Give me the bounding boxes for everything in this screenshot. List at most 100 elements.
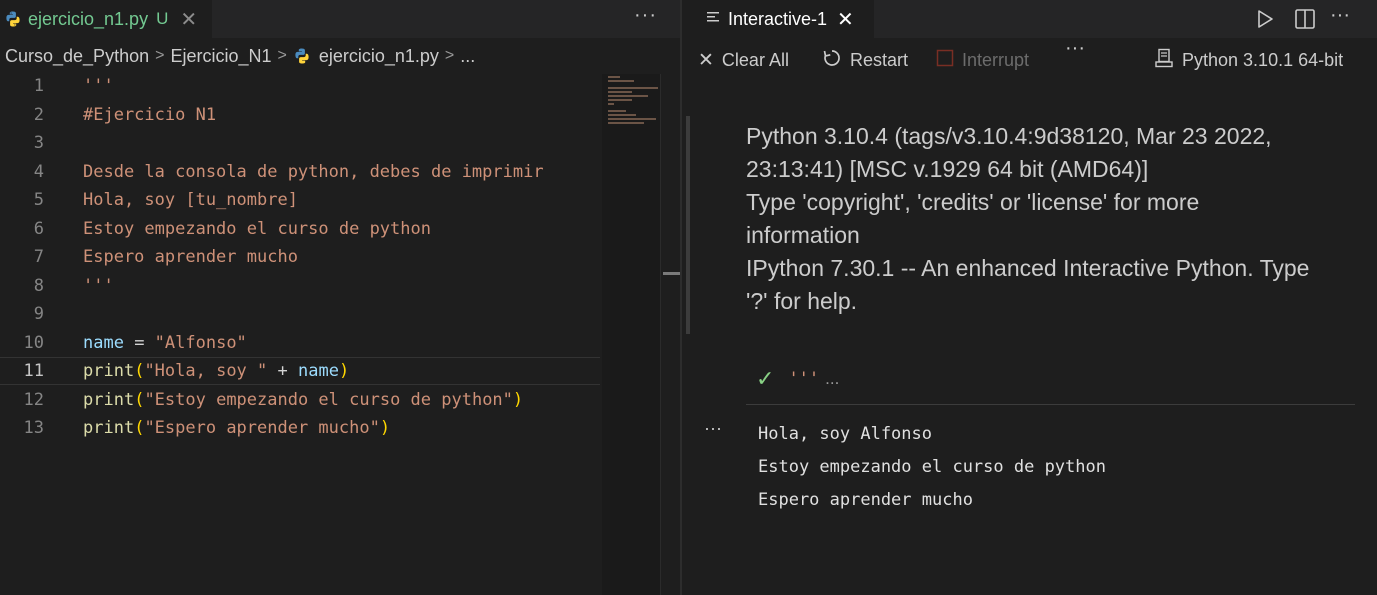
minimap-line — [608, 103, 614, 105]
token-paren: ( — [134, 389, 145, 410]
interactive-pane: Interactive-1 ✕ ··· ✕ Clear All Restart … — [682, 0, 1377, 595]
kernel-banner: Python 3.10.4 (tags/v3.10.4:9d38120, Mar… — [746, 120, 1366, 318]
line-number: 8 — [33, 275, 44, 296]
code-line[interactable]: 10 name = "Alfonso" — [0, 329, 600, 357]
code-line[interactable]: 7 Espero aprender mucho — [0, 243, 600, 271]
close-tab-icon[interactable]: ✕ — [837, 7, 854, 32]
minimap[interactable] — [602, 74, 660, 595]
minimap-line — [608, 91, 632, 93]
banner-line: information — [746, 222, 860, 248]
git-untracked-badge: U — [156, 9, 169, 28]
interrupt-label: Interrupt — [962, 49, 1030, 70]
code-line[interactable]: 4 Desde la consola de python, debes de i… — [0, 158, 600, 186]
token-function: print — [83, 361, 135, 381]
token-variable: name — [297, 361, 339, 381]
code-line[interactable]: 8 ''' — [0, 272, 600, 300]
check-icon: ✓ — [756, 366, 775, 391]
token-operator: = — [123, 332, 155, 353]
token-string: "Estoy empezando el curso de python" — [144, 389, 513, 410]
restart-label: Restart — [850, 49, 909, 70]
breadcrumb-folder-ejercicio[interactable]: Ejercicio_N1 — [170, 46, 271, 67]
tab-title: Interactive-1 — [728, 8, 828, 29]
line-text: ''' — [83, 76, 114, 96]
code-line[interactable]: 12 print("Estoy empezando el curso de py… — [0, 386, 600, 414]
banner-line: Python 3.10.4 (tags/v3.10.4:9d38120, Mar… — [746, 123, 1272, 149]
breadcrumb: Curso_de_Python > Ejercicio_N1 > ejercic… — [0, 38, 660, 74]
code-line[interactable]: 1 ''' — [0, 72, 600, 100]
code-line[interactable]: 9 — [0, 300, 600, 328]
code-area[interactable]: 1 ''' 2 #Ejercicio N1 3 4 Desde la conso… — [0, 72, 600, 595]
minimap-line — [608, 80, 634, 82]
cell-collapsed-ellipsis[interactable]: ... — [825, 369, 839, 389]
restart-button[interactable]: Restart — [822, 48, 908, 73]
python-file-icon — [293, 47, 311, 65]
output-line: Estoy empezando el curso de python — [758, 457, 1106, 477]
banner-line: 23:13:41) [MSC v.1929 64 bit (AMD64)] — [746, 156, 1149, 182]
clear-all-label: Clear All — [721, 49, 789, 70]
code-line[interactable]: 5 Hola, soy [tu_nombre] — [0, 186, 600, 214]
kernel-server-icon — [1154, 48, 1174, 73]
minimap-line — [608, 114, 636, 116]
breadcrumb-symbol[interactable]: ... — [460, 46, 475, 67]
code-line[interactable]: 3 — [0, 129, 600, 157]
line-number: 5 — [33, 190, 44, 210]
cell-divider — [746, 404, 1355, 405]
line-text: name = "Alfonso" — [83, 333, 247, 353]
minimap-line — [608, 87, 658, 89]
line-number: 2 — [33, 104, 44, 125]
token-string: "Espero aprender mucho" — [144, 418, 380, 438]
python-file-icon — [4, 10, 22, 28]
kernel-picker[interactable]: Python 3.10.1 64-bit — [1154, 48, 1343, 73]
split-editor-icon[interactable] — [1294, 8, 1316, 35]
editor-scrollbar[interactable] — [660, 74, 681, 595]
toolbar-more-icon[interactable]: ··· — [1065, 37, 1085, 60]
editor-tab-bar: ejercicio_n1.py U ✕ ··· — [0, 0, 680, 38]
token-operator: + — [267, 361, 298, 381]
line-number: 11 — [23, 361, 44, 381]
banner-line: '?' for help. — [746, 288, 858, 314]
restart-icon — [822, 48, 842, 73]
line-text: print("Hola, soy " + name) — [83, 361, 349, 381]
minimap-line — [608, 76, 620, 78]
minimap-line — [608, 99, 632, 101]
tab-ejercicio-n1[interactable]: ejercicio_n1.py U ✕ — [0, 0, 212, 38]
minimap-line — [608, 110, 626, 112]
line-text: print("Estoy empezando el curso de pytho… — [83, 390, 523, 410]
more-actions-icon[interactable]: ··· — [634, 4, 657, 27]
token-paren: ( — [134, 418, 145, 438]
executed-cell-header[interactable]: ✓ ''' ... — [756, 366, 839, 392]
output-line: Espero aprender mucho — [758, 490, 973, 510]
interrupt-button[interactable]: Interrupt — [936, 49, 1029, 72]
code-line[interactable]: 2 #Ejercicio N1 — [0, 101, 600, 129]
kernel-label: Python 3.10.1 64-bit — [1182, 49, 1344, 70]
token-paren: ) — [338, 361, 350, 381]
code-line-current[interactable]: 11 print("Hola, soy " + name) — [0, 357, 600, 385]
line-text: Desde la consola de python, debes de imp… — [83, 161, 544, 182]
more-actions-icon[interactable]: ··· — [1330, 4, 1350, 27]
code-line[interactable]: 13 print("Espero aprender mucho") — [0, 414, 600, 442]
cell-output: Hola, soy Alfonso Estoy empezando el cur… — [758, 418, 1106, 517]
interactive-window-icon — [706, 10, 720, 29]
tab-filename: ejercicio_n1.py — [28, 8, 149, 29]
breadcrumb-folder-curso[interactable]: Curso_de_Python — [5, 46, 149, 67]
token-paren: ( — [134, 361, 145, 381]
line-number: 4 — [33, 161, 44, 182]
line-number: 3 — [33, 133, 44, 153]
tab-interactive-1[interactable]: Interactive-1 ✕ — [682, 0, 874, 38]
line-number: 9 — [33, 304, 44, 324]
minimap-line — [608, 95, 648, 97]
minimap-line — [608, 118, 656, 120]
clear-all-button[interactable]: ✕ Clear All — [698, 49, 789, 72]
breadcrumb-file[interactable]: ejercicio_n1.py — [319, 46, 439, 67]
close-tab-icon[interactable]: ✕ — [180, 7, 197, 32]
editor-pane: ejercicio_n1.py U ✕ ··· Curso_de_Python … — [0, 0, 681, 595]
output-more-icon[interactable]: ··· — [704, 418, 722, 439]
code-line[interactable]: 6 Estoy empezando el curso de python — [0, 215, 600, 243]
minimap-line — [608, 122, 644, 124]
line-text: Hola, soy [tu_nombre] — [83, 190, 298, 210]
banner-line: IPython 7.30.1 -- An enhanced Interactiv… — [746, 255, 1310, 281]
run-icon[interactable] — [1255, 9, 1275, 34]
token-paren: ) — [512, 389, 524, 410]
cell-code-snippet: ''' — [788, 369, 820, 389]
line-number: 6 — [33, 218, 44, 239]
